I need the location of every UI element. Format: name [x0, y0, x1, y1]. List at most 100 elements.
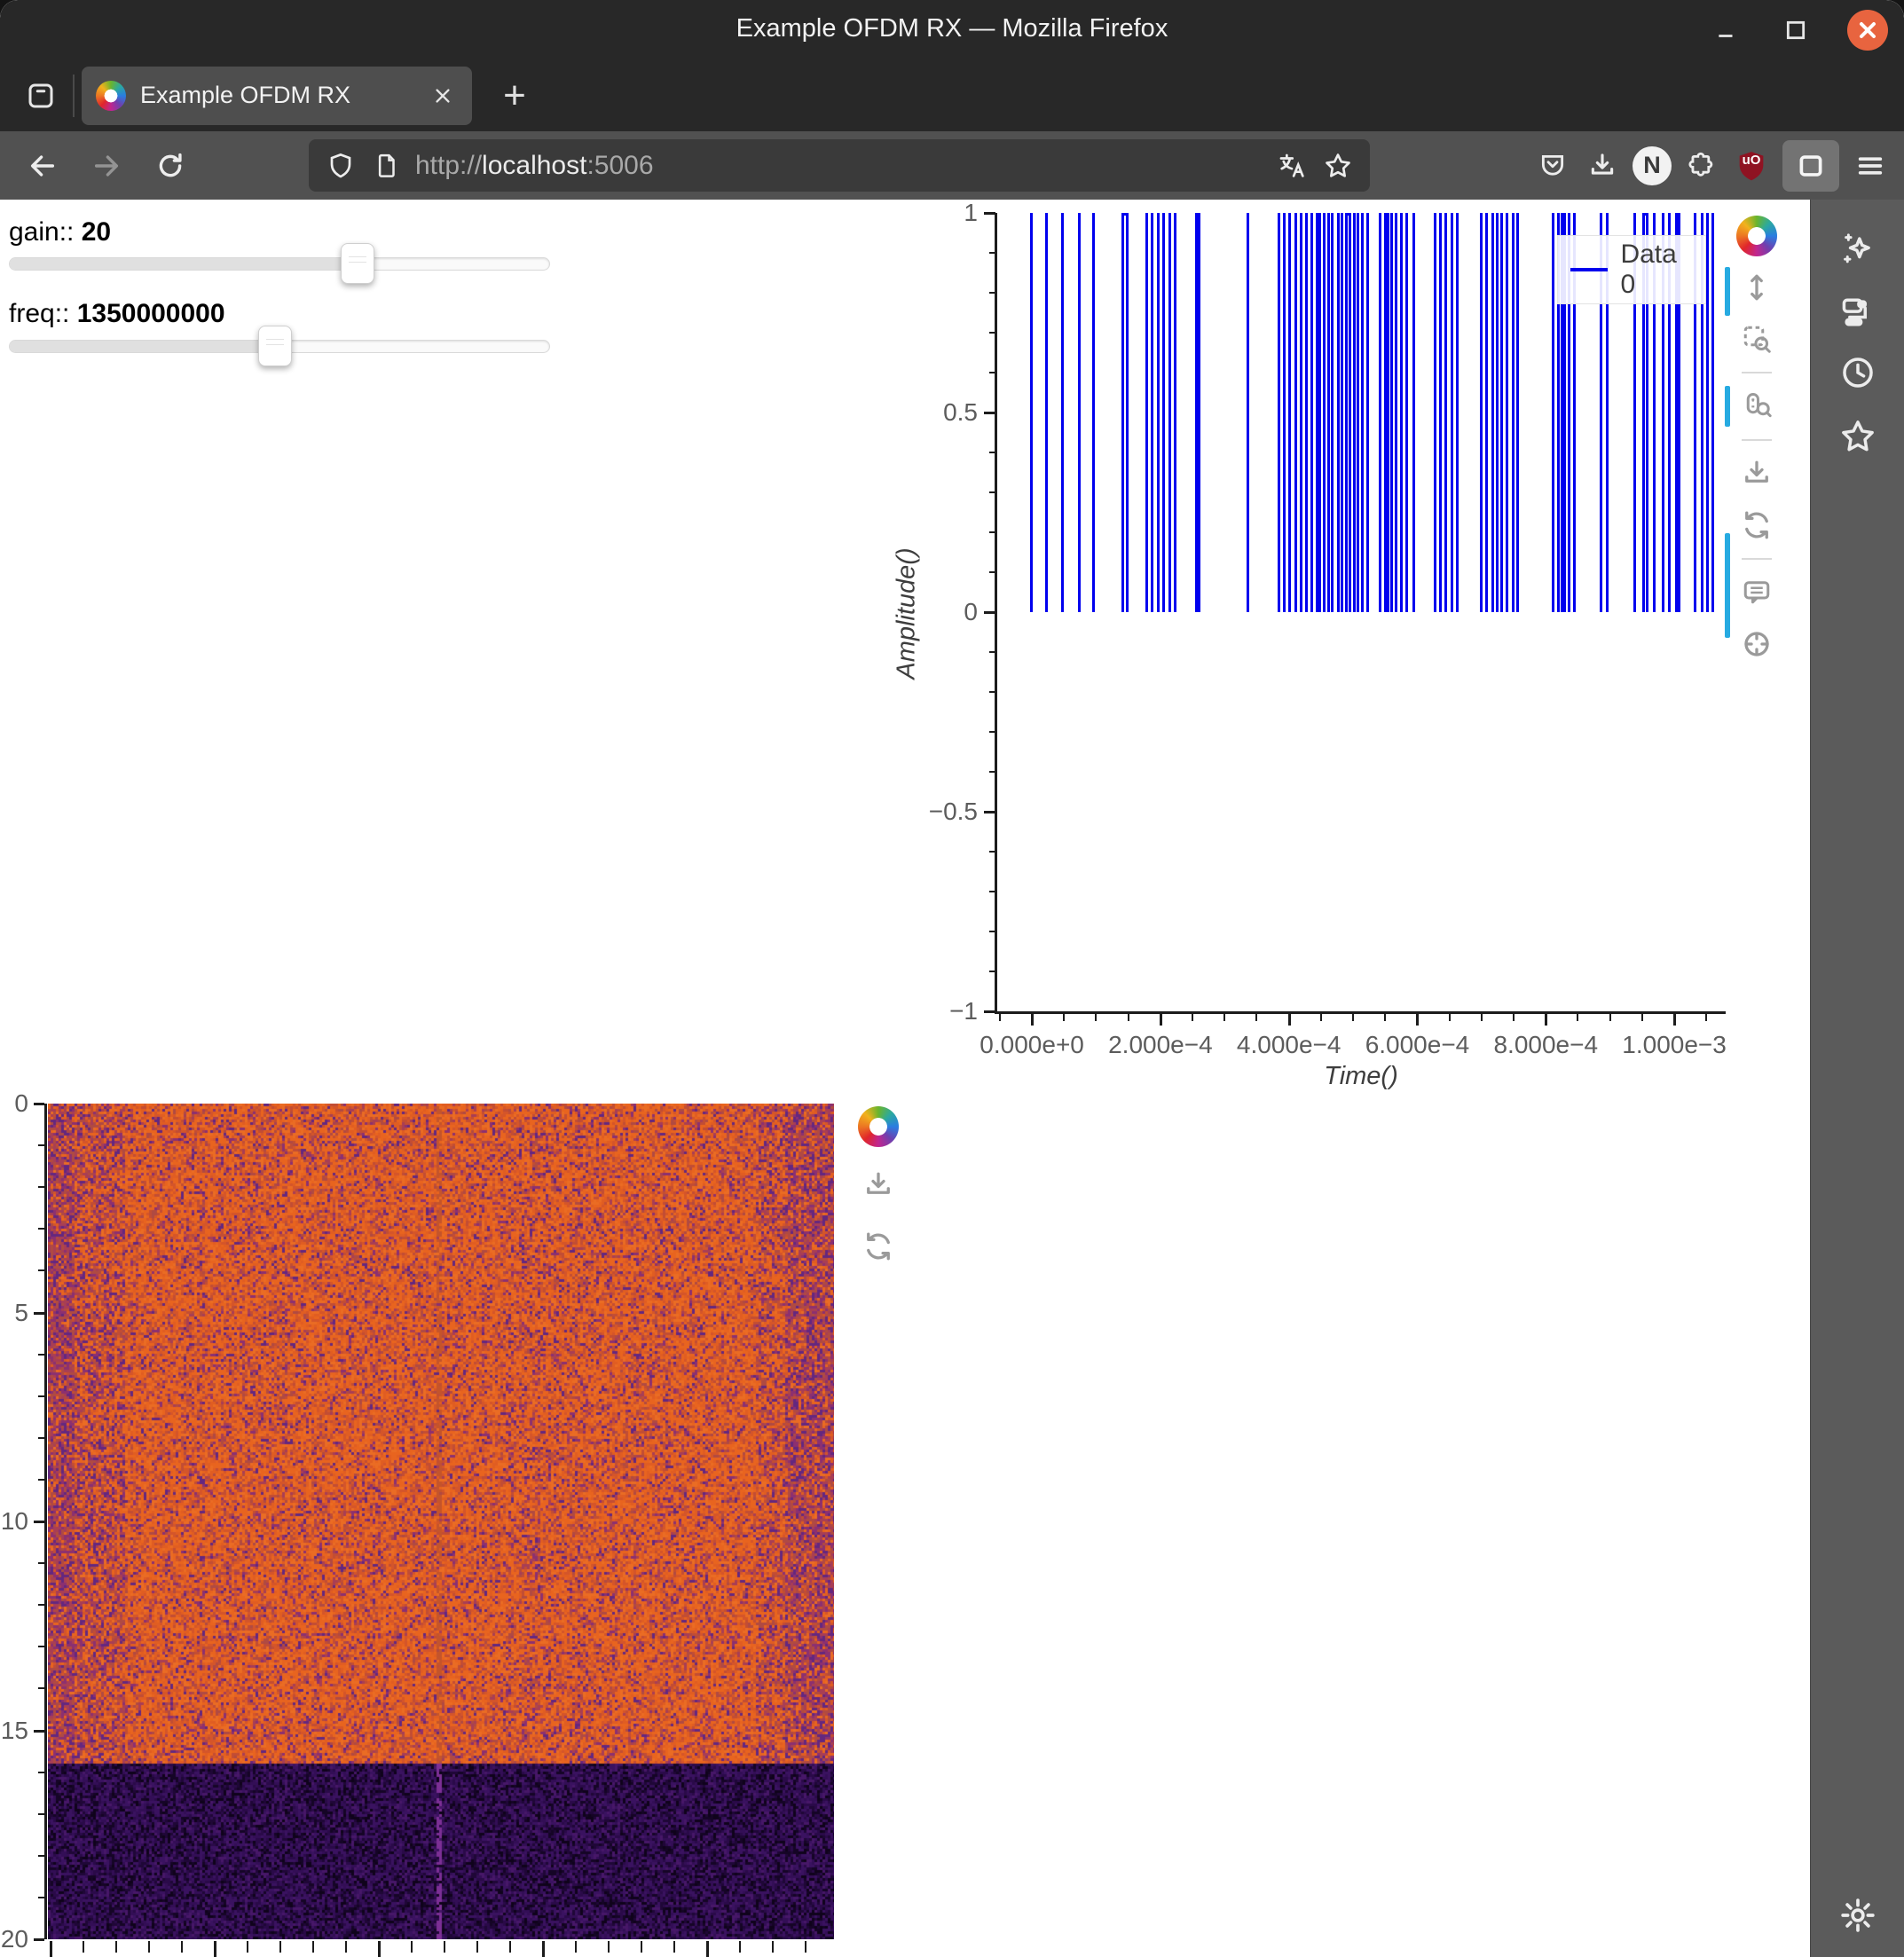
x-minor-tick [115, 1941, 117, 1953]
save-tool-button[interactable] [855, 1162, 901, 1208]
synced-tabs-button[interactable] [1832, 287, 1884, 338]
maximize-button[interactable] [1778, 12, 1814, 48]
ai-chat-button[interactable] [1832, 224, 1884, 275]
bookmark-star-icon [1323, 151, 1353, 181]
x-minor-tick [312, 1941, 314, 1953]
crosshair-tool-button[interactable] [1734, 621, 1780, 667]
y-minor-tick [38, 1646, 44, 1647]
menu-button[interactable] [1845, 141, 1895, 191]
save-tool-button[interactable] [1734, 451, 1780, 497]
reload-button[interactable] [146, 141, 195, 191]
ai-chat-sparkle-icon [1838, 230, 1877, 269]
back-button[interactable] [18, 141, 67, 191]
menu-hamburger-icon [1855, 151, 1885, 181]
tab-example-ofdm-rx[interactable]: Example OFDM RX [82, 67, 472, 125]
spectrogram-figure: 05101520 [0, 200, 1904, 1957]
y-minor-tick [38, 1897, 44, 1898]
x-minor-tick [641, 1941, 642, 1953]
extensions-puzzle-icon [1687, 151, 1717, 181]
url-text[interactable]: http://localhost:5006 [415, 151, 1269, 181]
firefox-view-button[interactable] [18, 73, 64, 119]
y-major-tick [34, 1730, 44, 1733]
reset-icon [862, 1230, 894, 1262]
y-axis-line [44, 1104, 47, 1939]
reload-icon [155, 151, 185, 181]
toolbar-separator [1742, 439, 1772, 441]
ublock-button[interactable]: uO [1727, 141, 1776, 191]
spectrogram-image[interactable] [48, 1104, 834, 1939]
translate-button[interactable] [1269, 143, 1315, 189]
wheel-zoom-tool-button[interactable] [1734, 383, 1780, 429]
legend: Data 0 [1557, 235, 1706, 304]
pan-tool-button[interactable] [1734, 264, 1780, 310]
noscript-button[interactable]: N [1627, 141, 1677, 191]
url-scheme: http:// [415, 151, 482, 180]
extensions-button[interactable] [1677, 141, 1727, 191]
firefox-sidebar [1810, 200, 1904, 1957]
y-major-tick [34, 1521, 44, 1523]
x-minor-tick [444, 1941, 445, 1953]
tab-close-icon[interactable] [428, 81, 458, 111]
tab-title: Example OFDM RX [140, 82, 428, 109]
x-major-tick [50, 1941, 52, 1957]
bokeh-toolbar-spectrogram [854, 1106, 903, 1272]
y-tick-label: 20 [0, 1925, 28, 1953]
minimize-button[interactable] [1709, 12, 1744, 48]
firefox-window: Example OFDM RX — Mozilla Firefox Exampl… [0, 0, 1904, 1957]
ublock-icon: uO [1732, 145, 1771, 187]
x-minor-tick [739, 1941, 741, 1953]
y-minor-tick [38, 1855, 44, 1857]
bokeh-logo[interactable] [858, 1106, 899, 1147]
page-content: gain:: 20 freq:: 1350000000 Amplitude() … [0, 200, 1904, 1957]
box-zoom-tool-button[interactable] [1734, 316, 1780, 362]
y-minor-tick [38, 1772, 44, 1773]
y-minor-tick [38, 1354, 44, 1356]
downloads-button[interactable] [1577, 141, 1627, 191]
url-bar[interactable]: http://localhost:5006 [309, 139, 1370, 192]
url-host: localhost [482, 151, 586, 180]
x-minor-tick [608, 1941, 610, 1953]
pocket-button[interactable] [1528, 141, 1577, 191]
x-major-tick [214, 1941, 216, 1957]
bookmarks-button[interactable] [1832, 411, 1884, 462]
titlebar: Example OFDM RX — Mozilla Firefox [0, 0, 1904, 59]
wheel-zoom-icon [1741, 390, 1773, 422]
y-major-tick [34, 1938, 44, 1941]
tab-separator [73, 75, 75, 117]
hover-crosshair-active-indicator [1725, 533, 1730, 638]
reset-tool-button[interactable] [855, 1223, 901, 1269]
reset-icon [1741, 509, 1773, 541]
shield-icon [327, 152, 355, 180]
x-minor-tick [148, 1941, 150, 1953]
new-tab-button[interactable]: + [492, 73, 538, 119]
bokeh-logo[interactable] [1736, 216, 1777, 256]
history-button[interactable] [1832, 347, 1884, 398]
history-clock-icon [1838, 353, 1877, 392]
save-icon [1741, 458, 1773, 490]
sidebar-toggle-button[interactable] [1776, 141, 1845, 191]
x-minor-tick [83, 1941, 84, 1953]
site-info-button[interactable] [364, 143, 410, 189]
forward-button[interactable] [82, 141, 131, 191]
y-minor-tick [38, 1437, 44, 1439]
x-minor-tick [805, 1941, 806, 1953]
bookmarks-star-icon [1838, 417, 1877, 456]
y-minor-tick [38, 1687, 44, 1689]
crosshair-icon [1741, 628, 1773, 660]
window-controls [1709, 0, 1888, 59]
x-minor-tick [279, 1941, 281, 1953]
downloads-icon [1587, 151, 1617, 181]
bookmark-button[interactable] [1315, 143, 1361, 189]
tab-strip: Example OFDM RX + [0, 59, 1904, 131]
settings-button[interactable] [1832, 1890, 1884, 1941]
tracking-protection-button[interactable] [318, 143, 364, 189]
page-icon [374, 153, 400, 179]
sidebar-toggle-icon [1796, 151, 1826, 181]
url-port: :5006 [586, 151, 653, 180]
reset-tool-button[interactable] [1734, 502, 1780, 548]
hover-tool-button[interactable] [1734, 570, 1780, 616]
y-tick-label: 0 [0, 1089, 28, 1118]
back-icon [28, 151, 58, 181]
noscript-icon: N [1633, 146, 1672, 185]
close-button[interactable] [1847, 10, 1888, 51]
